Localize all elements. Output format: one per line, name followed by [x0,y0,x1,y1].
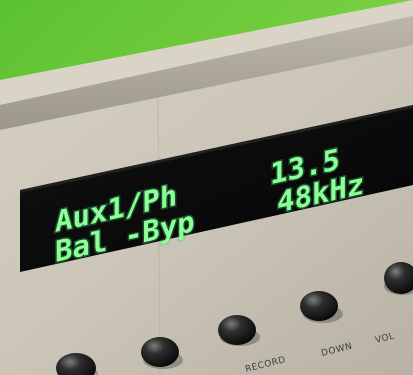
panel-button-2 [141,337,179,367]
panel-button-3 [218,315,256,345]
panel-button-4 [300,291,338,321]
device-photo: Aux1/Ph Aux1/Ph 13.5 13.5 Bal -Byp Bal -… [0,0,413,375]
